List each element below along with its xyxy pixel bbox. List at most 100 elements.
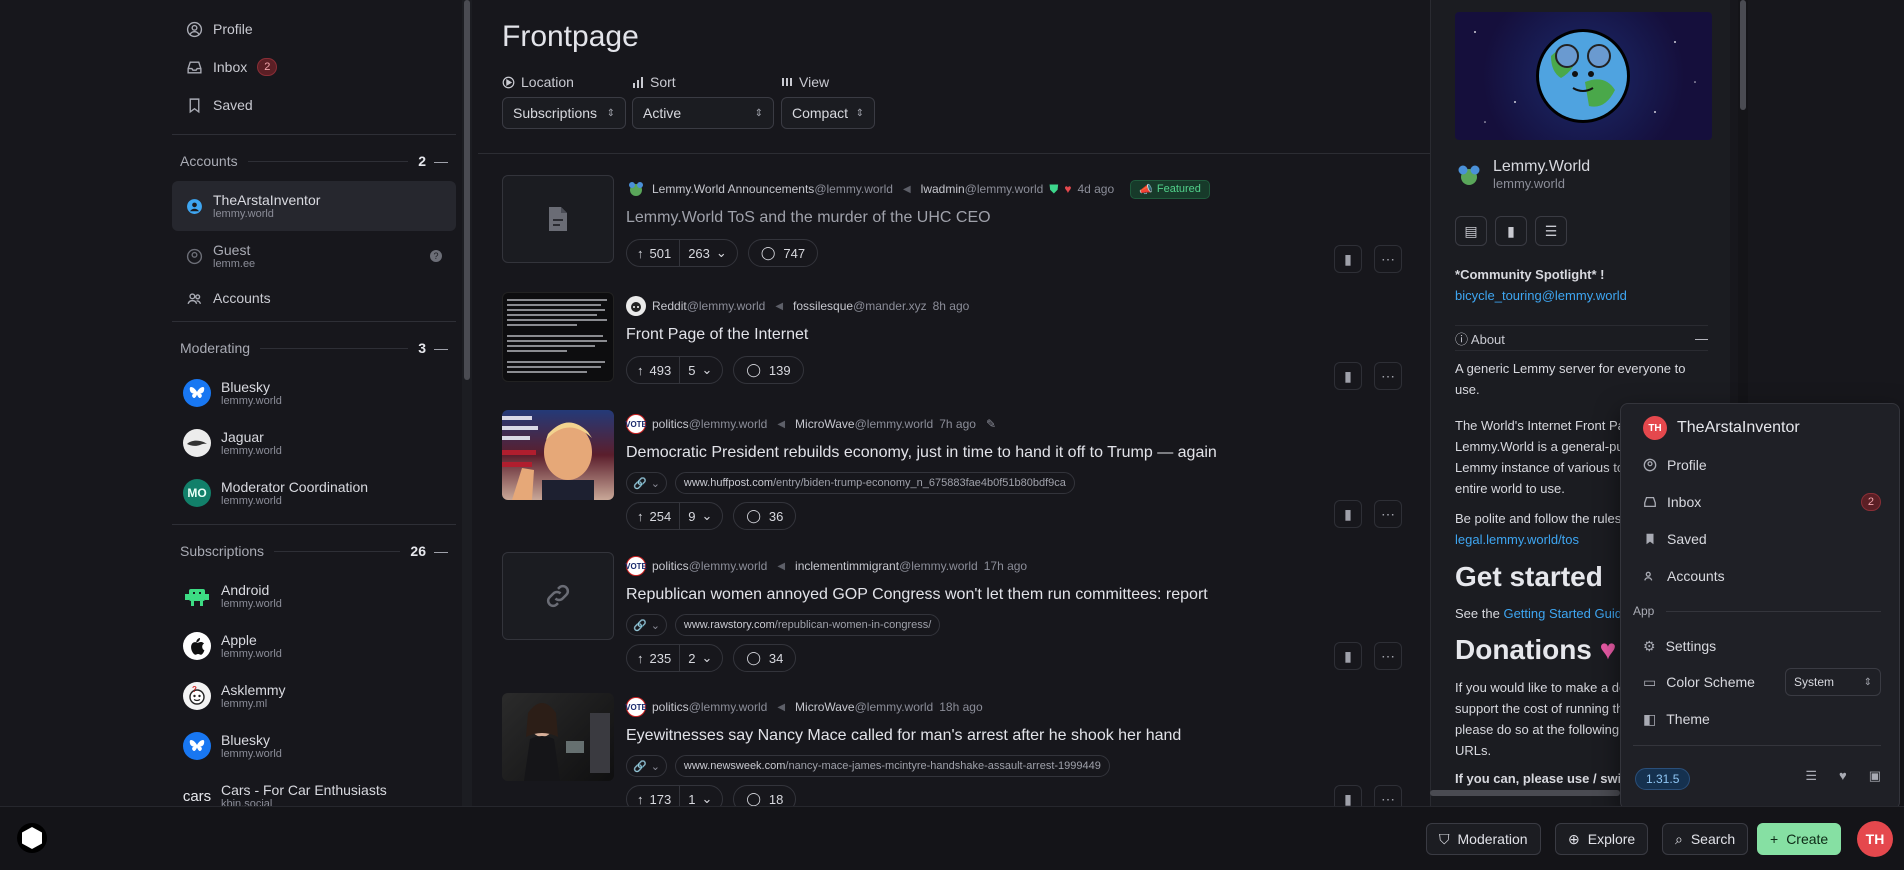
post-url-link[interactable]: www.newsweek.com/nancy-mace-james-mcinty… (674, 755, 1110, 777)
sidebar-scrollbar[interactable] (462, 0, 472, 806)
help-icon[interactable]: ? (430, 250, 442, 262)
account-item-active[interactable]: TheArstaInventor lemmy.world (172, 181, 456, 231)
post-item[interactable]: Lemmy.World Announcements@lemmy.world ◀ … (502, 175, 1402, 275)
user-menu-theme[interactable]: ◧ Theme (1643, 707, 1881, 731)
horizontal-scrollbar-thumb[interactable] (1430, 790, 1620, 796)
post-title[interactable]: Republican women annoyed GOP Congress wo… (626, 586, 1402, 608)
search-button[interactable]: ⌕ Search (1662, 823, 1749, 855)
community-name[interactable]: politics@lemmy.world (652, 417, 767, 431)
color-scheme-select[interactable]: System ⇕ (1785, 668, 1881, 696)
more-options-button[interactable]: ⋯ (1374, 500, 1402, 528)
code-icon[interactable]: ▣ (1869, 768, 1881, 784)
location-select[interactable]: Subscriptions ⇕ (502, 97, 626, 129)
site-info-button[interactable]: ▤ (1455, 216, 1487, 246)
user-menu-settings[interactable]: ⚙ Settings (1643, 634, 1881, 658)
post-item[interactable]: VOTE politics@lemmy.world ◀ MicroWave@le… (502, 693, 1402, 806)
version-badge[interactable]: 1.31.5 (1635, 768, 1691, 790)
post-url-link[interactable]: www.huffpost.com/entry/biden-trump-econo… (674, 472, 1075, 494)
sidebar-saved-link[interactable]: Saved (172, 86, 456, 124)
subscriptions-section-header[interactable]: Subscriptions 26 — (172, 531, 456, 571)
post-title[interactable]: Eyewitnesses say Nancy Mace called for m… (626, 727, 1402, 749)
moderating-item-bluesky[interactable]: Bluesky lemmy.world (172, 368, 456, 418)
view-select[interactable]: Compact ⇕ (781, 97, 875, 129)
comments-button[interactable]: ◯ 747 (747, 239, 819, 267)
accounts-section-header[interactable]: Accounts 2 — (172, 141, 456, 181)
comments-button[interactable]: ◯ 139 (733, 356, 804, 384)
account-item-guest[interactable]: Guest lemm.ee ? (172, 231, 456, 281)
community-name[interactable]: Lemmy.World Announcements@lemmy.world (652, 182, 893, 196)
explore-button[interactable]: ⊕ Explore (1555, 823, 1649, 855)
comments-button[interactable]: ◯ 36 (733, 502, 797, 530)
subscription-item-android[interactable]: Android lemmy.world (172, 571, 456, 621)
about-toggle[interactable]: ⓘ About — (1455, 325, 1708, 351)
upvote-button[interactable]: ↑ 501 (627, 240, 681, 266)
more-options-button[interactable]: ⋯ (1374, 785, 1402, 806)
author-name[interactable]: lwadmin@lemmy.world (921, 182, 1044, 196)
subscription-item-bluesky[interactable]: Bluesky lemmy.world (172, 721, 456, 771)
post-item[interactable]: Reddit@lemmy.world ◀ fossilesque@mander.… (502, 292, 1402, 392)
post-item[interactable]: VOTE politics@lemmy.world ◀ MicroWave@le… (502, 410, 1402, 536)
upvote-button[interactable]: ↑ 173 (627, 786, 681, 806)
downvote-button[interactable]: 9 ⌄ (680, 503, 722, 529)
getting-started-link[interactable]: Getting Started Guide (1503, 606, 1629, 621)
user-avatar-button[interactable]: TH (1857, 821, 1893, 857)
app-logo[interactable] (17, 823, 47, 853)
site-bookmark-button[interactable]: ▮ (1495, 216, 1527, 246)
upvote-button[interactable]: ↑ 254 (627, 503, 681, 529)
moderation-button[interactable]: ⛉ Moderation (1426, 823, 1541, 855)
link-options-button[interactable]: 🔗 ⌄ (626, 614, 667, 636)
post-thumbnail[interactable] (502, 552, 614, 640)
subscription-item-apple[interactable]: Apple lemmy.world (172, 621, 456, 671)
site-header[interactable]: Lemmy.World lemmy.world (1455, 158, 1590, 191)
database-icon[interactable]: ☰ (1805, 768, 1817, 784)
post-thumbnail[interactable] (502, 410, 614, 500)
author-name[interactable]: inclementimmigrant@lemmy.world (795, 559, 978, 573)
moderating-item-jaguar[interactable]: Jaguar lemmy.world (172, 418, 456, 468)
downvote-button[interactable]: 1 ⌄ (680, 786, 722, 806)
collapse-icon[interactable]: — (434, 153, 448, 169)
sidebar-profile-link[interactable]: Profile (172, 10, 456, 48)
downvote-button[interactable]: 2 ⌄ (680, 645, 722, 671)
save-post-button[interactable]: ▮ (1334, 362, 1362, 390)
save-post-button[interactable]: ▮ (1334, 785, 1362, 806)
site-database-button[interactable]: ☰ (1535, 216, 1567, 246)
save-post-button[interactable]: ▮ (1334, 642, 1362, 670)
more-options-button[interactable]: ⋯ (1374, 362, 1402, 390)
collapse-icon[interactable]: — (434, 543, 448, 559)
post-thumbnail[interactable] (502, 693, 614, 781)
post-thumbnail[interactable] (502, 292, 614, 382)
sidebar-accounts-link[interactable]: Accounts (172, 281, 456, 315)
collapse-icon[interactable]: — (1695, 331, 1708, 346)
post-thumbnail[interactable] (502, 175, 614, 263)
sidebar-scrollbar-thumb[interactable] (464, 0, 470, 380)
subscription-item-cars[interactable]: cars Cars - For Car Enthusiasts kbin.soc… (172, 771, 456, 806)
comments-button[interactable]: ◯ 34 (733, 644, 797, 672)
subscription-item-asklemmy[interactable]: ? Asklemmy lemmy.ml (172, 671, 456, 721)
downvote-button[interactable]: 263 ⌄ (680, 240, 737, 266)
user-menu-saved[interactable]: Saved (1643, 527, 1881, 551)
user-menu-header[interactable]: TH TheArstaInventor (1643, 416, 1881, 440)
heart-icon[interactable]: ♥ (1839, 768, 1847, 784)
post-title[interactable]: Front Page of the Internet (626, 326, 1402, 348)
user-menu-accounts[interactable]: Accounts (1643, 564, 1881, 588)
downvote-button[interactable]: 5 ⌄ (680, 357, 722, 383)
sort-select[interactable]: Active ⇕ (632, 97, 774, 129)
author-name[interactable]: MicroWave@lemmy.world (795, 700, 933, 714)
post-item[interactable]: VOTE politics@lemmy.world ◀ inclementimm… (502, 552, 1402, 678)
moderating-item-moderator-coordination[interactable]: MO Moderator Coordination lemmy.world (172, 468, 456, 518)
more-options-button[interactable]: ⋯ (1374, 245, 1402, 273)
upvote-button[interactable]: ↑ 493 (627, 357, 681, 383)
save-post-button[interactable]: ▮ (1334, 245, 1362, 273)
post-url-link[interactable]: www.rawstory.com/republican-women-in-con… (674, 614, 941, 636)
collapse-icon[interactable]: — (434, 340, 448, 356)
spotlight-link[interactable]: bicycle_touring@lemmy.world (1455, 285, 1702, 306)
user-menu-inbox[interactable]: Inbox 2 (1643, 490, 1881, 514)
more-options-button[interactable]: ⋯ (1374, 642, 1402, 670)
create-button[interactable]: + Create (1757, 823, 1842, 855)
community-name[interactable]: Reddit@lemmy.world (652, 299, 765, 313)
community-name[interactable]: politics@lemmy.world (652, 559, 767, 573)
upvote-button[interactable]: ↑ 235 (627, 645, 681, 671)
sidebar-inbox-link[interactable]: Inbox 2 (172, 48, 456, 86)
author-name[interactable]: fossilesque@mander.xyz (793, 299, 927, 313)
save-post-button[interactable]: ▮ (1334, 500, 1362, 528)
